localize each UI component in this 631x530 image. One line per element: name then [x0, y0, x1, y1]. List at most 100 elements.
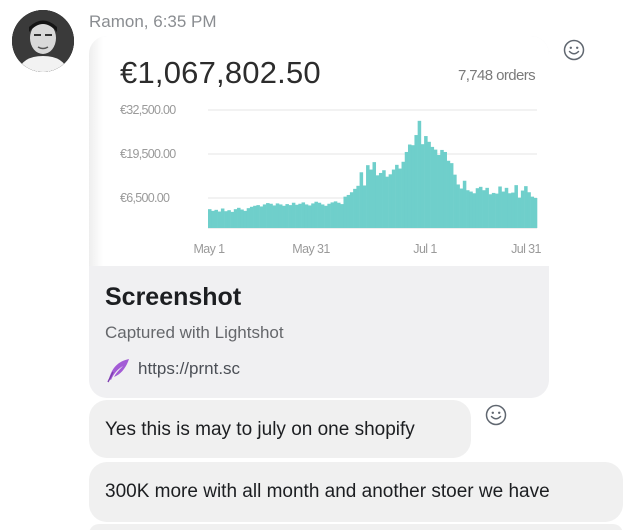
- chart-bar: [391, 169, 396, 228]
- chart-bar: [378, 172, 383, 228]
- chart-bar: [517, 197, 522, 228]
- chart-bar: [501, 191, 506, 228]
- avatar[interactable]: [12, 10, 74, 72]
- chart-bar: [449, 163, 454, 228]
- chart-bar: [527, 192, 531, 228]
- chart-bar: [375, 175, 380, 228]
- chart-bar: [469, 191, 473, 228]
- chart-bar: [433, 149, 438, 228]
- chart-bar: [211, 210, 215, 228]
- chart-bar: [440, 149, 444, 228]
- chart-bar: [327, 203, 331, 228]
- chart-bar: [485, 187, 489, 228]
- chart-bar: [330, 202, 335, 228]
- chart-bar: [462, 180, 467, 228]
- message-bubble[interactable]: 300K more with all month and another sto…: [89, 462, 623, 522]
- chart-bar: [524, 186, 528, 228]
- chart-bar: [388, 174, 393, 228]
- chart-bar: [382, 170, 386, 228]
- add-reaction-button[interactable]: [485, 404, 507, 426]
- chart-bar: [253, 205, 257, 228]
- smiley-icon: [563, 39, 585, 61]
- chart-bar: [311, 203, 315, 228]
- link-title: Screenshot: [105, 283, 242, 311]
- x-tick-label: Jul 31: [511, 242, 541, 256]
- chart-bar: [369, 169, 373, 228]
- chart-bar: [285, 204, 289, 228]
- chart-bar: [220, 208, 225, 228]
- chart-bar: [227, 210, 231, 228]
- sender-name-time: Ramon, 6:35 PM: [89, 12, 217, 31]
- chart-bar: [414, 135, 418, 228]
- link-preview-card[interactable]: €1,067,802.50 7,748 orders €32,500.00 €19…: [89, 36, 549, 398]
- chart-bar: [398, 168, 402, 228]
- chart-bar: [314, 201, 318, 228]
- sales-chart: €32,500.00 €19,500.00 €6,500.00 May 1 May 31…: [120, 103, 542, 256]
- screenshot-image: €1,067,802.50 7,748 orders €32,500.00 €19…: [89, 36, 549, 266]
- chart-bar: [324, 205, 328, 228]
- chart-bar: [372, 162, 377, 228]
- chart-bar: [249, 206, 254, 228]
- chart-bar: [301, 202, 306, 228]
- chart-bar: [488, 194, 493, 228]
- chart-bar: [266, 203, 270, 228]
- chart-bar: [530, 196, 535, 228]
- chart-bar: [430, 146, 435, 228]
- chart-bar: [491, 192, 496, 228]
- chart-bar: [259, 206, 264, 228]
- chart-bar: [395, 164, 399, 228]
- chart-bar: [401, 161, 406, 228]
- chart-bar: [478, 186, 483, 228]
- message-bubble[interactable]: Yes this is may to july on one shopify: [89, 400, 471, 458]
- chart-bar: [343, 196, 347, 228]
- chart-bar: [317, 202, 322, 228]
- chart-bar: [337, 202, 341, 228]
- chart-bar: [437, 155, 441, 228]
- chart-bar: [443, 151, 447, 228]
- link-subtitle: Captured with Lightshot: [105, 323, 284, 342]
- chart-bar: [307, 205, 312, 228]
- chart-bar: [417, 120, 422, 228]
- chart-bar: [411, 145, 415, 228]
- link-preview-info: Screenshot Captured with Lightshot https…: [89, 266, 549, 398]
- chart-bar: [262, 204, 267, 228]
- chart-bar: [349, 192, 354, 228]
- chart-bar: [520, 190, 525, 228]
- chart-bar: [420, 144, 425, 228]
- x-tick-label: May 31: [292, 242, 330, 256]
- chart-bar: [366, 165, 370, 228]
- x-tick-label: May 1: [193, 242, 225, 256]
- chart-bar: [233, 209, 238, 228]
- chart-bar: [224, 211, 228, 228]
- feather-icon: [107, 359, 129, 383]
- chart-bar: [282, 205, 286, 228]
- chart-bar: [482, 190, 486, 228]
- chart-bar: [256, 205, 260, 228]
- chart-bar: [353, 188, 357, 228]
- chart-bar: [362, 185, 367, 228]
- message-text: 300K more with all month and another sto…: [105, 481, 550, 502]
- y-tick-label: €6,500.00: [120, 191, 170, 205]
- chart-bar: [320, 204, 325, 228]
- chart-bar: [214, 209, 218, 228]
- chart-bar: [446, 160, 451, 228]
- chart-bar: [385, 176, 389, 228]
- chart-bar: [424, 136, 428, 228]
- chart-bar: [246, 208, 251, 228]
- link-url[interactable]: https://prnt.sc: [138, 359, 240, 379]
- chart-bar: [453, 174, 457, 228]
- chart-bar: [404, 151, 409, 228]
- smiley-icon: [485, 404, 507, 426]
- chart-bar: [278, 204, 283, 228]
- chart-bar: [472, 193, 477, 228]
- chart-bar: [340, 204, 344, 228]
- add-reaction-button[interactable]: [563, 39, 585, 61]
- chart-bar: [514, 185, 518, 228]
- chart-bar: [240, 209, 244, 228]
- message-text: Yes this is may to july on one shopify: [105, 419, 415, 440]
- avatar-photo: [12, 10, 74, 72]
- chart-bar: [504, 187, 509, 228]
- chart-bar: [498, 186, 502, 228]
- chart-bar: [230, 211, 235, 228]
- chart-bar: [507, 193, 512, 228]
